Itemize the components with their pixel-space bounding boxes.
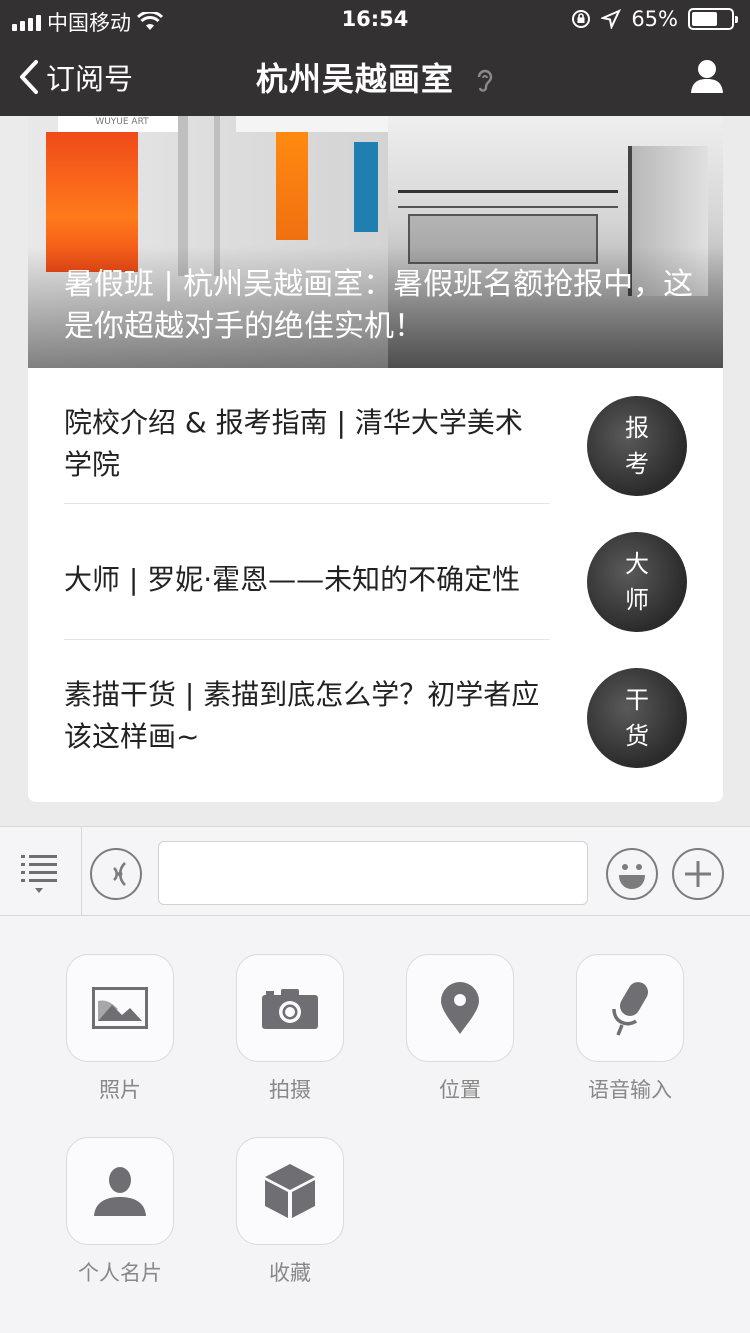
headline-title: 暑假班 | 杭州吴越画室：暑假班名额抢报中，这是你超越对手的绝佳实机！	[64, 267, 694, 344]
tool-favorites-button[interactable]	[236, 1137, 344, 1245]
tool-label: 照片	[99, 1078, 141, 1102]
person-icon	[691, 60, 723, 93]
emoji-button[interactable]	[606, 848, 658, 900]
tool-location-button[interactable]	[406, 954, 514, 1062]
voice-wave-icon	[113, 862, 126, 886]
menu-list-icon	[21, 855, 57, 893]
article-list-item[interactable]: 大师 | 罗妮·霍恩——未知的不确定性 大 师	[64, 504, 723, 640]
tool-camera-button[interactable]	[236, 954, 344, 1062]
rotation-lock-icon	[572, 10, 591, 28]
more-options-button[interactable]	[672, 848, 724, 900]
tool-contact-card[interactable]: 个人名片	[55, 1137, 185, 1287]
page-title: 杭州吴越画室	[0, 54, 750, 100]
painting-orange-small	[276, 132, 308, 240]
profile-button[interactable]	[690, 58, 724, 98]
status-bar: 中国移动 16:54 65%	[0, 0, 750, 38]
tool-location[interactable]: 位置	[395, 954, 525, 1104]
chat-input-bar	[0, 826, 750, 916]
contact-card-icon	[94, 1167, 146, 1216]
thumbnail-text: 干	[625, 686, 649, 714]
tool-voice-input-button[interactable]	[576, 954, 684, 1062]
thumbnail-text: 报	[625, 414, 649, 442]
page-title-text: 杭州吴越画室	[255, 60, 454, 98]
thumbnail-text: 大	[625, 550, 649, 578]
tool-label: 收藏	[269, 1261, 311, 1285]
location-arrow-icon	[601, 9, 622, 29]
article-card: WUYUE ART 暑假班 | 杭州吴越画室：暑假班名额抢报中，这是你超越对手的…	[28, 116, 723, 802]
tool-label: 个人名片	[78, 1261, 162, 1285]
tool-photo[interactable]: 照片	[55, 954, 185, 1104]
painting-blue	[354, 142, 378, 232]
thumbnail-text: 师	[625, 586, 649, 614]
top-bar: 中国移动 16:54 65% 订阅号 杭州吴越画室	[0, 0, 750, 116]
article-title: 大师 | 罗妮·霍恩——未知的不确定性	[64, 563, 521, 596]
mezzanine-rail	[398, 190, 618, 208]
tool-label: 位置	[439, 1078, 481, 1102]
smiley-icon	[619, 864, 645, 889]
microphone-icon	[612, 982, 648, 1036]
battery-percent: 65%	[631, 7, 678, 31]
article-thumbnail: 大 师	[587, 532, 687, 632]
tool-favorites[interactable]: 收藏	[225, 1137, 355, 1287]
article-thumbnail: 干 货	[587, 668, 687, 768]
attachment-panel: 照片 拍摄 位置 语音输入 个人名片 收藏	[0, 916, 750, 1333]
battery-fill	[692, 12, 717, 26]
favorites-box-icon	[265, 1164, 315, 1218]
thumbnail-text: 考	[625, 450, 649, 478]
navigation-bar: 订阅号 杭州吴越画室	[0, 38, 750, 116]
battery-icon	[688, 8, 738, 30]
tool-label: 拍摄	[269, 1078, 311, 1102]
headline-article[interactable]: WUYUE ART 暑假班 | 杭州吴越画室：暑假班名额抢报中，这是你超越对手的…	[28, 116, 723, 368]
tool-photo-button[interactable]	[66, 954, 174, 1062]
tool-camera[interactable]: 拍摄	[225, 954, 355, 1104]
gallery-sign: WUYUE ART	[58, 116, 186, 132]
article-title: 院校介绍 & 报考指南 | 清华大学美术学院	[64, 406, 523, 481]
tool-label: 语音输入	[588, 1078, 672, 1102]
article-list-item[interactable]: 素描干货 | 素描到底怎么学？初学者应该这样画~ 干 货	[64, 640, 723, 776]
thumbnail-text: 货	[625, 722, 649, 750]
ear-icon	[477, 69, 493, 92]
plus-icon	[685, 861, 711, 887]
location-icon	[441, 982, 479, 1034]
article-title: 素描干货 | 素描到底怎么学？初学者应该这样画~	[64, 678, 540, 753]
article-thumbnail: 报 考	[587, 396, 687, 496]
tool-contact-card-button[interactable]	[66, 1137, 174, 1245]
photo-icon	[92, 987, 148, 1029]
camera-icon	[262, 989, 318, 1029]
voice-input-button[interactable]	[90, 848, 142, 900]
tool-voice-input[interactable]: 语音输入	[565, 954, 695, 1104]
menu-toggle-button[interactable]	[0, 827, 82, 916]
article-list-item[interactable]: 院校介绍 & 报考指南 | 清华大学美术学院 报 考	[64, 368, 723, 504]
message-input[interactable]	[158, 841, 588, 905]
